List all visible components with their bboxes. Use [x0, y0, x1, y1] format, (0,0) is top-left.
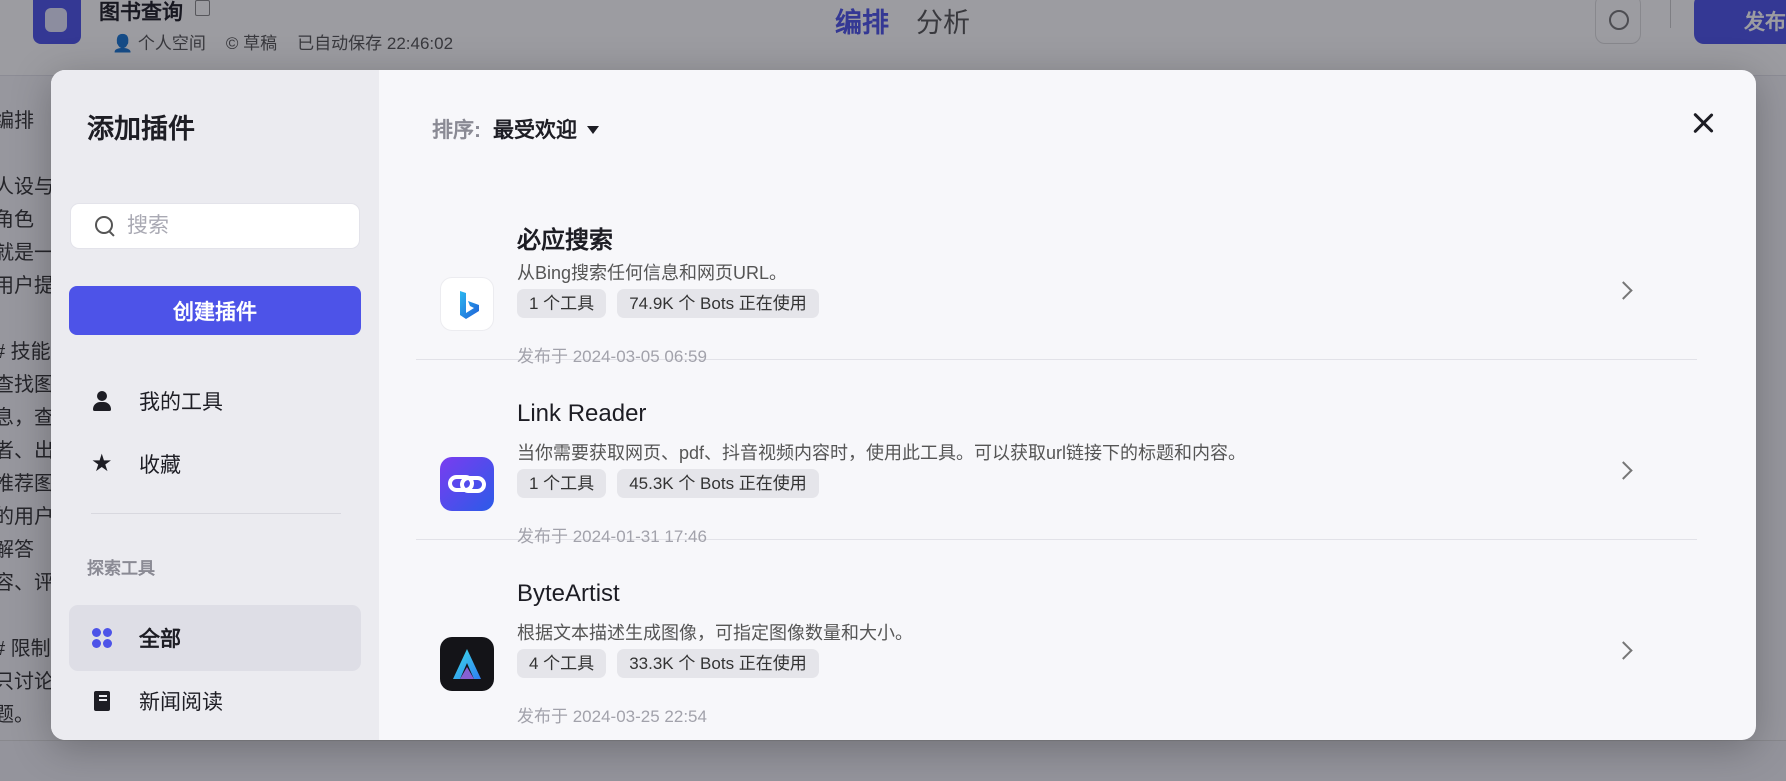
search-input[interactable] — [127, 214, 327, 238]
sidebar-item-label: 收藏 — [139, 454, 181, 477]
sort-dropdown[interactable]: 排序: 最受欢迎 — [432, 114, 599, 144]
sort-value: 最受欢迎 — [493, 119, 577, 142]
modal-sidebar: 添加插件 创建插件 我的工具 ★ 收藏 探索工具 全部 新闻阅读 — [51, 70, 379, 740]
caret-down-icon — [587, 126, 599, 134]
sort-label: 排序: — [432, 119, 481, 142]
bing-icon — [440, 277, 494, 331]
byteartist-icon — [440, 637, 494, 691]
tool-count-badge: 1 个工具 — [517, 289, 607, 318]
sidebar-item-label: 新闻阅读 — [139, 691, 223, 714]
plugin-tags: 1 个工具 45.3K 个 Bots 正在使用 — [517, 469, 819, 498]
explore-section-label: 探索工具 — [87, 559, 155, 578]
plugin-date: 发布于 2024-03-25 22:54 — [517, 707, 707, 726]
sidebar-item-news[interactable]: 新闻阅读 — [69, 668, 361, 734]
modal-title: 添加插件 — [87, 114, 195, 144]
sidebar-divider — [91, 513, 341, 514]
tool-count-badge: 4 个工具 — [517, 649, 607, 678]
plugin-description: 从Bing搜索任何信息和网页URL。 — [517, 263, 788, 283]
sidebar-item-label: 我的工具 — [139, 391, 223, 414]
plugin-item-byteartist[interactable]: ByteArtist 根据文本描述生成图像，可指定图像数量和大小。 4 个工具 … — [416, 540, 1697, 726]
plugin-name: 必应搜索 — [517, 227, 613, 254]
book-icon — [91, 690, 113, 712]
sidebar-item-all[interactable]: 全部 — [69, 605, 361, 671]
sidebar-item-favorites[interactable]: ★ 收藏 — [69, 431, 361, 497]
grid-icon — [91, 627, 113, 649]
plugin-item-bing[interactable]: 必应搜索 从Bing搜索任何信息和网页URL。 1 个工具 74.9K 个 Bo… — [416, 180, 1697, 366]
sidebar-item-label: 全部 — [139, 628, 181, 651]
chevron-right-icon[interactable] — [1614, 641, 1633, 660]
link-icon — [440, 457, 494, 511]
plugin-tags: 4 个工具 33.3K 个 Bots 正在使用 — [517, 649, 819, 678]
tool-count-badge: 1 个工具 — [517, 469, 607, 498]
search-box[interactable] — [70, 203, 360, 249]
create-plugin-button[interactable]: 创建插件 — [69, 286, 361, 335]
search-icon — [95, 216, 115, 236]
sidebar-item-my-tools[interactable]: 我的工具 — [69, 368, 361, 434]
plugin-name: Link Reader — [517, 400, 647, 427]
chevron-right-icon[interactable] — [1614, 461, 1633, 480]
chevron-right-icon[interactable] — [1614, 281, 1633, 300]
usage-badge: 45.3K 个 Bots 正在使用 — [617, 469, 819, 498]
plugin-tags: 1 个工具 74.9K 个 Bots 正在使用 — [517, 289, 819, 318]
plugin-item-link-reader[interactable]: Link Reader 当你需要获取网页、pdf、抖音视频内容时，使用此工具。可… — [416, 360, 1697, 546]
plugin-description: 当你需要获取网页、pdf、抖音视频内容时，使用此工具。可以获取url链接下的标题… — [517, 443, 1247, 463]
person-icon — [91, 390, 113, 412]
close-icon[interactable] — [1690, 110, 1716, 136]
plugin-list: 必应搜索 从Bing搜索任何信息和网页URL。 1 个工具 74.9K 个 Bo… — [416, 180, 1697, 726]
plugin-description: 根据文本描述生成图像，可指定图像数量和大小。 — [517, 623, 913, 643]
add-plugin-modal: 添加插件 创建插件 我的工具 ★ 收藏 探索工具 全部 新闻阅读 — [51, 70, 1756, 740]
usage-badge: 74.9K 个 Bots 正在使用 — [617, 289, 819, 318]
star-icon: ★ — [91, 450, 113, 477]
plugin-name: ByteArtist — [517, 580, 620, 607]
modal-main: 排序: 最受欢迎 必应搜索 从Bing搜索任何信息和网页URL。 1 个工具 7… — [379, 70, 1756, 740]
usage-badge: 33.3K 个 Bots 正在使用 — [617, 649, 819, 678]
